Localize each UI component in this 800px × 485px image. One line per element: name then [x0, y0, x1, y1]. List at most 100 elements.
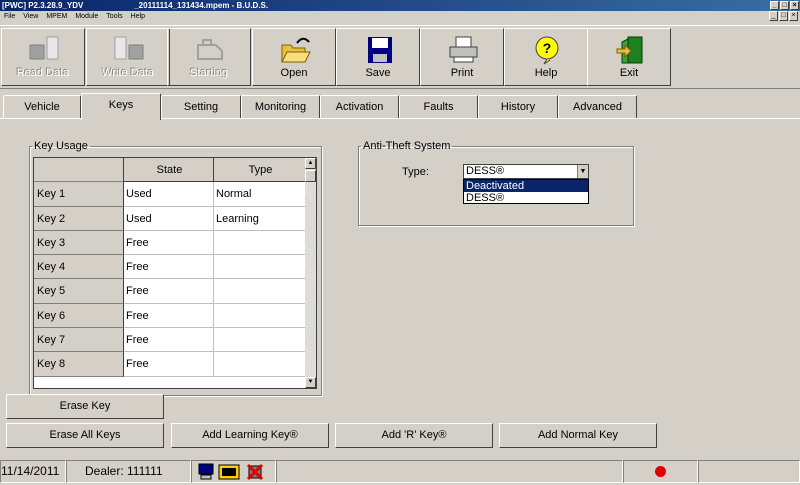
row-header: Key 5 [34, 279, 124, 304]
save-label: Save [365, 67, 391, 79]
child-close-button[interactable]: × [789, 11, 798, 21]
open-label: Open [280, 67, 308, 79]
table-row[interactable]: Key 3 Free [34, 230, 316, 256]
open-folder-icon [281, 37, 311, 63]
anti-theft-legend: Anti-Theft System [363, 140, 451, 152]
write-data-label: Write Data [102, 67, 154, 79]
table-row[interactable]: Key 2 Used Learning [34, 206, 316, 231]
grid-scrollbar[interactable]: ▲ ▼ [305, 158, 316, 388]
tab-vehicle[interactable]: Vehicle [3, 95, 81, 119]
tab-faults[interactable]: Faults [399, 95, 478, 119]
scroll-up-icon[interactable]: ▲ [305, 158, 316, 169]
state-cell: Free [124, 279, 214, 304]
table-row[interactable]: Key 8 Free [34, 352, 316, 377]
scroll-thumb[interactable] [305, 170, 316, 182]
erase-all-keys-button[interactable]: Erase All Keys [6, 423, 164, 448]
status-icons-panel [191, 460, 276, 483]
type-cell: Learning [214, 207, 306, 231]
row-header: Key 4 [34, 255, 124, 280]
menu-file[interactable]: File [0, 11, 19, 23]
row-header: Key 1 [34, 182, 124, 207]
save-button[interactable]: Save [336, 28, 420, 86]
menu-tools[interactable]: Tools [102, 11, 126, 23]
type-cell [214, 304, 306, 329]
table-row[interactable]: Key 5 Free [34, 279, 316, 304]
add-r-key-button[interactable]: Add 'R' Key® [335, 423, 493, 448]
table-row[interactable]: Key 7 Free [34, 328, 316, 353]
vehicle-module-icon [218, 464, 240, 480]
add-normal-key-button[interactable]: Add Normal Key [499, 423, 657, 448]
type-cell [214, 328, 306, 353]
header-type: Type [214, 158, 306, 183]
anti-theft-type-select[interactable]: DESS® ▼ [463, 164, 589, 179]
tab-setting[interactable]: Setting [161, 95, 241, 119]
child-minimize-button[interactable]: _ [769, 11, 778, 21]
erase-key-button[interactable]: Erase Key [6, 394, 164, 419]
type-cell [214, 255, 306, 280]
state-cell: Used [124, 182, 214, 207]
connection-status-icon [655, 466, 666, 477]
table-row[interactable]: Key 4 Free [34, 255, 316, 280]
file-title: _20111114_131434.mpem - B.U.D.S. [134, 1, 269, 10]
tab-advanced[interactable]: Advanced [558, 95, 637, 119]
menu-help[interactable]: Help [127, 11, 149, 23]
printer-icon [449, 36, 478, 63]
table-row[interactable]: Key 6 Free [34, 303, 316, 329]
type-cell [214, 279, 306, 304]
row-header: Key 3 [34, 230, 124, 256]
starting-button[interactable]: Starting [167, 28, 251, 86]
menu-module[interactable]: Module [71, 11, 102, 23]
status-bar: 11/14/2011 Dealer: 111111 [0, 459, 800, 485]
exit-button[interactable]: Exit [587, 28, 671, 86]
menu-bar: File View MPEM Module Tools Help [0, 11, 800, 23]
chevron-down-icon[interactable]: ▼ [577, 165, 588, 178]
child-restore-button[interactable]: □ [779, 11, 788, 21]
help-label: Help [534, 67, 558, 79]
scroll-down-icon[interactable]: ▼ [305, 377, 316, 388]
anti-theft-type-dropdown: Deactivated DESS® [463, 179, 589, 204]
write-data-icon [114, 36, 144, 60]
tab-activation[interactable]: Activation [320, 95, 399, 119]
table-row[interactable]: Key 1 Used Normal [34, 182, 316, 207]
exit-label: Exit [619, 67, 639, 79]
row-header: Key 6 [34, 303, 124, 329]
close-button[interactable]: × [790, 1, 799, 10]
disconnected-icon [246, 463, 264, 481]
engine-icon [197, 39, 223, 60]
selected-value: DESS® [466, 165, 505, 177]
minimize-button[interactable]: _ [770, 1, 779, 10]
key-usage-legend: Key Usage [34, 140, 88, 152]
header-state: State [124, 158, 214, 183]
state-cell: Free [124, 255, 214, 280]
help-button[interactable]: ? Help [504, 28, 588, 86]
option-dess[interactable]: DESS® [464, 192, 588, 204]
read-data-button[interactable]: Read Data [1, 28, 85, 86]
menu-view[interactable]: View [19, 11, 42, 23]
svg-text:?: ? [543, 40, 552, 56]
starting-label: Starting [190, 67, 228, 79]
add-learning-key-button[interactable]: Add Learning Key® [171, 423, 329, 448]
type-label: Type: [402, 166, 429, 178]
menu-mpem[interactable]: MPEM [42, 11, 71, 23]
maximize-button[interactable]: □ [780, 1, 789, 10]
grid-header-row: State Type [34, 158, 316, 183]
status-dealer: Dealer: 111111 [66, 460, 191, 483]
exit-door-icon [616, 36, 643, 64]
grid-corner [34, 158, 124, 183]
tab-history[interactable]: History [478, 95, 558, 119]
save-disk-icon [368, 37, 392, 63]
row-header: Key 2 [34, 206, 124, 231]
tab-monitoring[interactable]: Monitoring [241, 95, 320, 119]
tab-keys[interactable]: Keys [81, 93, 161, 120]
state-cell: Free [124, 303, 214, 329]
option-deactivated[interactable]: Deactivated [464, 180, 588, 192]
print-button[interactable]: Print [420, 28, 504, 86]
status-date: 11/14/2011 [0, 460, 66, 483]
write-data-button[interactable]: Write Data [86, 28, 170, 86]
status-connection-panel [623, 460, 698, 483]
toolbar: Read Data Write Data Starting Open Save [0, 25, 800, 89]
type-cell [214, 231, 306, 256]
status-extra-panel [698, 460, 800, 483]
state-cell: Free [124, 352, 214, 377]
open-button[interactable]: Open [252, 28, 336, 86]
